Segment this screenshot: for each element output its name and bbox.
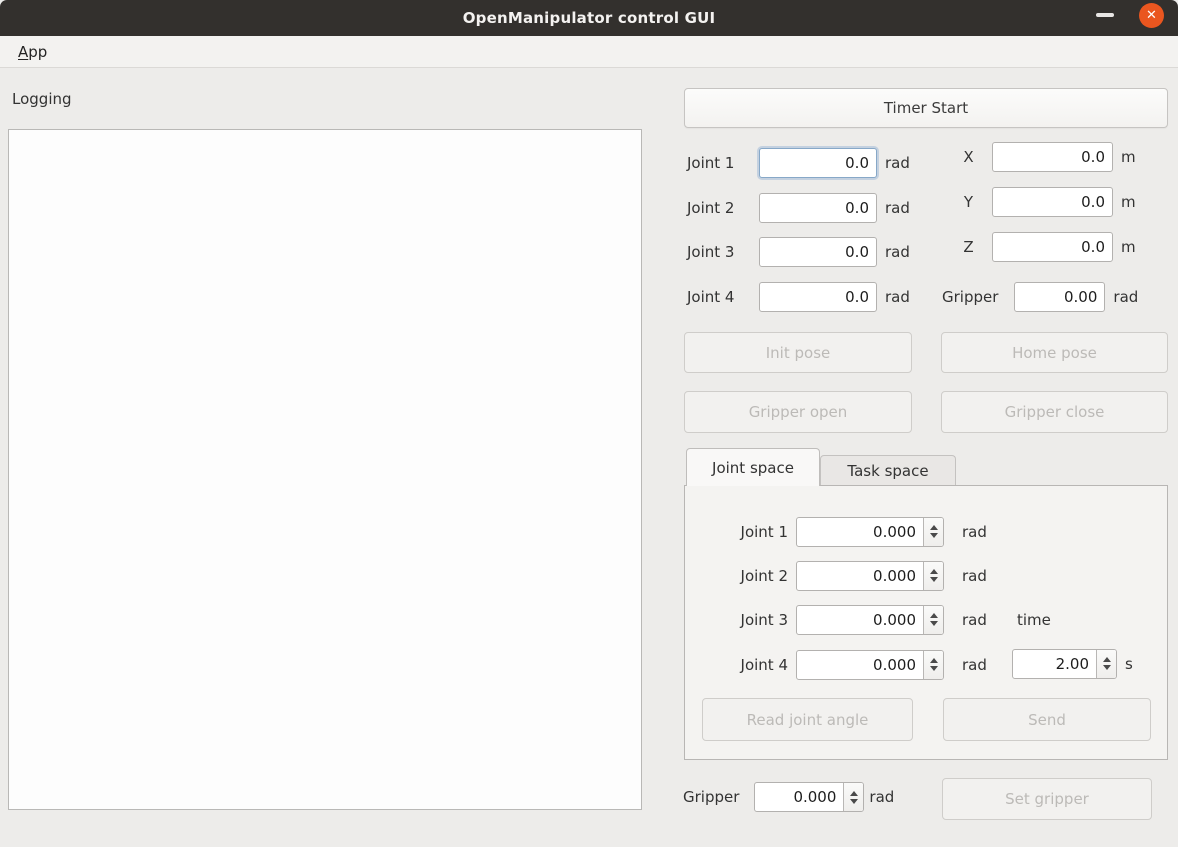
joint4-readout-field[interactable]: 0.0 xyxy=(759,282,877,312)
send-button[interactable]: Send xyxy=(943,698,1151,741)
init-pose-button[interactable]: Init pose xyxy=(684,332,912,373)
gripper-readout-field[interactable]: 0.00 xyxy=(1014,282,1105,312)
spin-joint3-row: Joint 3 0.000 rad xyxy=(700,604,1000,635)
time-spinbox[interactable]: 2.00 xyxy=(1012,649,1117,679)
minimize-icon[interactable] xyxy=(1096,13,1114,17)
z-readout-field[interactable]: 0.0 xyxy=(992,232,1113,262)
menubar: App xyxy=(0,36,1178,68)
gripper-open-button[interactable]: Gripper open xyxy=(684,391,912,433)
spin-joint4-label: Joint 4 xyxy=(700,656,788,674)
x-label: X xyxy=(945,148,992,166)
close-icon[interactable]: ✕ xyxy=(1139,3,1164,28)
joint1-readout-field[interactable]: 0.0 xyxy=(759,148,877,178)
time-unit: s xyxy=(1125,655,1133,673)
spin-joint2-unit: rad xyxy=(962,567,987,585)
z-label: Z xyxy=(945,238,992,256)
x-readout-row: X 0.0 m xyxy=(945,141,1170,172)
joint1-readout-row: Joint 1 0.0 rad xyxy=(687,147,937,178)
titlebar[interactable]: OpenManipulator control GUI xyxy=(0,0,1178,36)
joint4-unit: rad xyxy=(885,288,910,306)
spin-joint4-spinbox[interactable]: 0.000 xyxy=(796,650,944,680)
gripper-control-row: Gripper 0.000 rad xyxy=(683,781,933,813)
time-row: 2.00 s xyxy=(1012,648,1162,679)
gripper-readout-label: Gripper xyxy=(942,288,998,306)
gripper-spinbox[interactable]: 0.000 xyxy=(754,782,864,812)
spin-joint3-label: Joint 3 xyxy=(700,611,788,629)
window-title: OpenManipulator control GUI xyxy=(463,9,716,27)
y-readout-row: Y 0.0 m xyxy=(945,186,1170,217)
spin-joint1-label: Joint 1 xyxy=(700,523,788,541)
joint2-readout-row: Joint 2 0.0 rad xyxy=(687,192,937,223)
spinner-arrows-icon[interactable] xyxy=(923,651,943,679)
spinner-arrows-icon[interactable] xyxy=(923,562,943,590)
joint3-unit: rad xyxy=(885,243,910,261)
joint2-readout-field[interactable]: 0.0 xyxy=(759,193,877,223)
x-unit: m xyxy=(1121,148,1136,166)
gripper-readout-row: Gripper 0.00 rad xyxy=(942,281,1170,312)
spinner-arrows-icon[interactable] xyxy=(923,606,943,634)
spin-joint1-spinbox[interactable]: 0.000 xyxy=(796,517,944,547)
gripper-readout-unit: rad xyxy=(1113,288,1138,306)
logging-label: Logging xyxy=(12,90,72,108)
joint3-readout-row: Joint 3 0.0 rad xyxy=(687,236,937,267)
spin-joint4-unit: rad xyxy=(962,656,987,674)
spinner-arrows-icon[interactable] xyxy=(923,518,943,546)
tab-task-space[interactable]: Task space xyxy=(820,455,956,486)
set-gripper-button[interactable]: Set gripper xyxy=(942,778,1152,820)
joint4-label: Joint 4 xyxy=(687,288,759,306)
joint3-readout-field[interactable]: 0.0 xyxy=(759,237,877,267)
spin-joint2-row: Joint 2 0.000 rad xyxy=(700,560,1000,591)
joint1-unit: rad xyxy=(885,154,910,172)
menu-item-app[interactable]: App xyxy=(14,41,51,63)
y-label: Y xyxy=(945,193,992,211)
spin-joint1-unit: rad xyxy=(962,523,987,541)
z-unit: m xyxy=(1121,238,1136,256)
joint3-label: Joint 3 xyxy=(687,243,759,261)
gripper-control-label: Gripper xyxy=(683,788,739,806)
spinner-arrows-icon[interactable] xyxy=(1096,650,1116,678)
gripper-close-button[interactable]: Gripper close xyxy=(941,391,1168,433)
joint4-readout-row: Joint 4 0.0 rad xyxy=(687,281,937,312)
gripper-control-unit: rad xyxy=(869,788,894,806)
timer-start-button[interactable]: Timer Start xyxy=(684,88,1168,128)
joint2-label: Joint 2 xyxy=(687,199,759,217)
time-label: time xyxy=(1017,611,1051,629)
spin-joint2-spinbox[interactable]: 0.000 xyxy=(796,561,944,591)
read-joint-angle-button[interactable]: Read joint angle xyxy=(702,698,913,741)
joint2-unit: rad xyxy=(885,199,910,217)
y-readout-field[interactable]: 0.0 xyxy=(992,187,1113,217)
x-readout-field[interactable]: 0.0 xyxy=(992,142,1113,172)
z-readout-row: Z 0.0 m xyxy=(945,231,1170,262)
spinner-arrows-icon[interactable] xyxy=(843,783,863,811)
spin-joint3-unit: rad xyxy=(962,611,987,629)
spin-joint1-row: Joint 1 0.000 rad xyxy=(700,516,1000,547)
logging-textarea[interactable] xyxy=(8,129,642,810)
spin-joint3-spinbox[interactable]: 0.000 xyxy=(796,605,944,635)
spin-joint4-row: Joint 4 0.000 rad xyxy=(700,649,1000,680)
joint1-label: Joint 1 xyxy=(687,154,759,172)
app-window: OpenManipulator control GUI ✕ App Loggin… xyxy=(0,0,1178,847)
y-unit: m xyxy=(1121,193,1136,211)
spin-joint2-label: Joint 2 xyxy=(700,567,788,585)
home-pose-button[interactable]: Home pose xyxy=(941,332,1168,373)
tab-joint-space[interactable]: Joint space xyxy=(686,448,820,486)
